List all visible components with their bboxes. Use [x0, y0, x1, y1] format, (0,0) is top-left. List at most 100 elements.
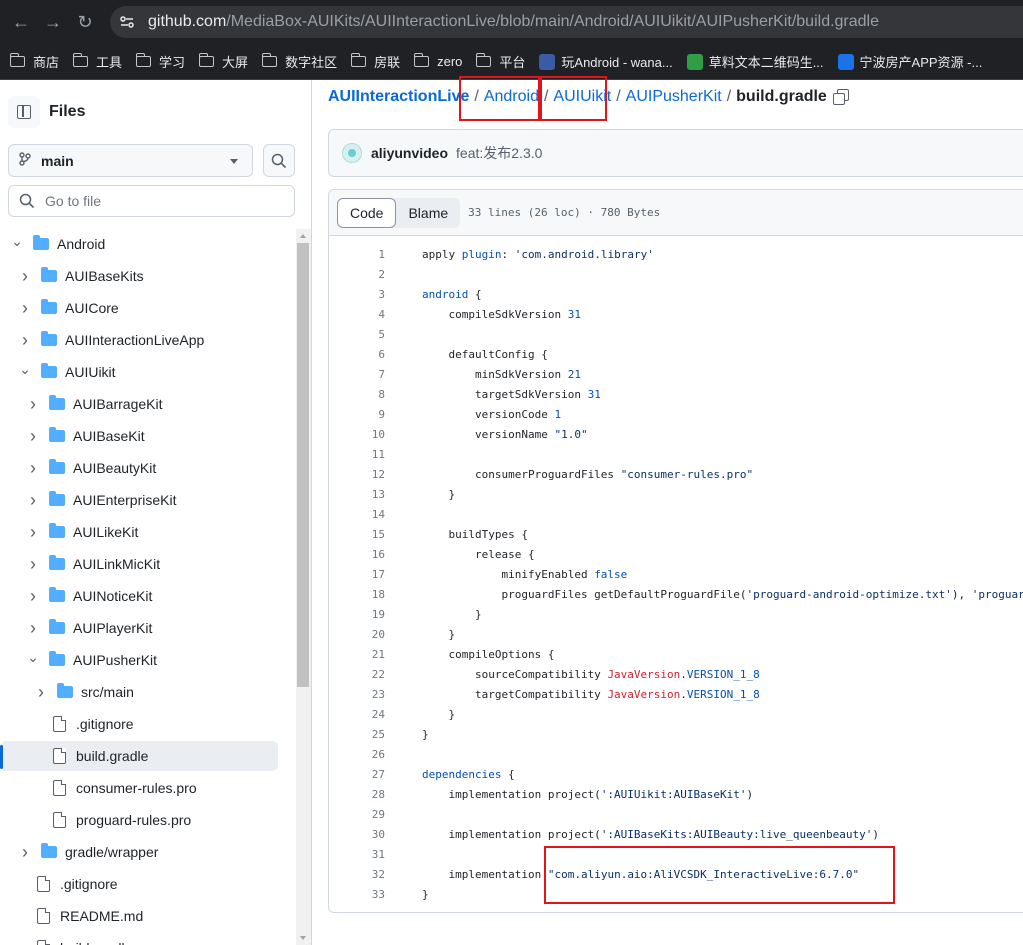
line-number[interactable]: 23 — [329, 688, 385, 701]
chevron-down-icon[interactable]: ⌄ — [26, 649, 40, 665]
chevron-right-icon[interactable]: › — [26, 458, 40, 478]
line-number[interactable]: 12 — [329, 468, 385, 481]
tree-file-item[interactable]: .gitignore — [0, 709, 278, 739]
bookmark-item[interactable]: 宁波房产APP资源 -... — [834, 52, 987, 71]
bookmark-item[interactable]: 学习 — [132, 52, 189, 71]
tree-file-item[interactable]: .gitignore — [0, 869, 278, 899]
tree-file-item[interactable]: proguard-rules.pro — [0, 805, 278, 835]
sidebar-scrollbar[interactable] — [296, 229, 311, 945]
bookmark-item[interactable]: 草料文本二维码生... — [683, 52, 828, 71]
line-number[interactable]: 27 — [329, 768, 385, 781]
tree-folder-item[interactable]: › AUICore — [0, 293, 278, 323]
bookmark-item[interactable]: 商店 — [6, 52, 63, 71]
tree-folder-item[interactable]: › AUILinkMicKit — [0, 549, 278, 579]
line-number[interactable]: 17 — [329, 568, 385, 581]
tree-file-item[interactable]: consumer-rules.pro — [0, 773, 278, 803]
commit-message[interactable]: feat:发布2.3.0 — [456, 143, 542, 163]
chevron-right-icon[interactable]: › — [18, 266, 32, 286]
chevron-right-icon[interactable]: › — [18, 330, 32, 350]
line-number[interactable]: 7 — [329, 368, 385, 381]
tree-folder-item[interactable]: ⌄ Android — [0, 229, 278, 259]
bookmark-item[interactable]: 工具 — [69, 52, 126, 71]
tree-folder-item[interactable]: › AUINoticeKit — [0, 581, 278, 611]
line-number[interactable]: 5 — [329, 328, 385, 341]
collapse-sidebar-icon[interactable] — [8, 96, 40, 128]
tree-folder-item[interactable]: ⌄ AUIUikit — [0, 357, 278, 387]
bookmark-item[interactable]: 数字社区 — [258, 52, 341, 71]
line-number[interactable]: 21 — [329, 648, 385, 661]
line-number[interactable]: 10 — [329, 428, 385, 441]
line-number[interactable]: 13 — [329, 488, 385, 501]
tree-file-item[interactable]: README.md — [0, 901, 278, 931]
tab-blame[interactable]: Blame — [396, 198, 460, 228]
line-number[interactable]: 31 — [329, 848, 385, 861]
chevron-right-icon[interactable]: › — [26, 426, 40, 446]
branch-selector[interactable]: main — [8, 144, 253, 177]
line-number[interactable]: 4 — [329, 308, 385, 321]
line-number[interactable]: 19 — [329, 608, 385, 621]
chevron-right-icon[interactable]: › — [26, 490, 40, 510]
tree-file-item[interactable]: build.gradle — [0, 741, 278, 771]
breadcrumb-auipusherkit-link[interactable]: AUIPusherKit — [626, 88, 722, 106]
tree-folder-item[interactable]: › AUIEnterpriseKit — [0, 485, 278, 515]
line-number[interactable]: 32 — [329, 868, 385, 881]
line-number[interactable]: 20 — [329, 628, 385, 641]
tree-folder-item[interactable]: › AUIBarrageKit — [0, 389, 278, 419]
line-number[interactable]: 2 — [329, 268, 385, 281]
scroll-down-arrow[interactable] — [300, 936, 306, 940]
tree-file-item[interactable]: build.gradle — [0, 933, 278, 945]
bookmark-item[interactable]: 玩Android - wana... — [535, 52, 676, 71]
chevron-right-icon[interactable]: › — [18, 842, 32, 862]
url-text[interactable]: github.com/MediaBox-AUIKits/AUIInteracti… — [148, 13, 879, 31]
chevron-right-icon[interactable]: › — [26, 618, 40, 638]
tree-folder-item[interactable]: ⌄ AUIPusherKit — [0, 645, 278, 675]
go-to-file-input[interactable]: Go to file — [8, 185, 295, 217]
line-number[interactable]: 3 — [329, 288, 385, 301]
tree-folder-item[interactable]: › AUIPlayerKit — [0, 613, 278, 643]
line-number[interactable]: 18 — [329, 588, 385, 601]
chevron-right-icon[interactable]: › — [26, 394, 40, 414]
line-number[interactable]: 26 — [329, 748, 385, 761]
bookmark-item[interactable]: 大屏 — [195, 52, 252, 71]
chevron-right-icon[interactable]: › — [34, 682, 48, 702]
tree-folder-item[interactable]: › gradle/wrapper — [0, 837, 278, 867]
tree-folder-item[interactable]: › AUIInteractionLiveApp — [0, 325, 278, 355]
line-number[interactable]: 14 — [329, 508, 385, 521]
chevron-right-icon[interactable]: › — [26, 522, 40, 542]
tree-folder-item[interactable]: › AUIBaseKit — [0, 421, 278, 451]
scroll-thumb[interactable] — [297, 243, 309, 687]
line-number[interactable]: 15 — [329, 528, 385, 541]
forward-icon[interactable]: → — [40, 9, 66, 35]
bookmark-item[interactable]: 平台 — [472, 52, 529, 71]
line-number[interactable]: 11 — [329, 448, 385, 461]
line-number[interactable]: 16 — [329, 548, 385, 561]
search-button[interactable] — [263, 144, 295, 177]
commit-author[interactable]: aliyunvideo — [371, 145, 448, 161]
line-number[interactable]: 6 — [329, 348, 385, 361]
scroll-up-arrow[interactable] — [300, 234, 306, 238]
avatar[interactable] — [342, 143, 362, 163]
chevron-right-icon[interactable]: › — [26, 586, 40, 606]
copy-path-icon[interactable] — [832, 89, 849, 105]
reload-icon[interactable]: ↻ — [72, 9, 98, 35]
line-number[interactable]: 9 — [329, 408, 385, 421]
line-number[interactable]: 28 — [329, 788, 385, 801]
line-number[interactable]: 33 — [329, 888, 385, 901]
line-number[interactable]: 30 — [329, 828, 385, 841]
chevron-right-icon[interactable]: › — [18, 298, 32, 318]
line-number[interactable]: 1 — [329, 248, 385, 261]
tree-folder-item[interactable]: › AUILikeKit — [0, 517, 278, 547]
bookmark-item[interactable]: zero — [410, 53, 466, 69]
line-number[interactable]: 22 — [329, 668, 385, 681]
line-number[interactable]: 25 — [329, 728, 385, 741]
line-number[interactable]: 8 — [329, 388, 385, 401]
chevron-down-icon[interactable]: ⌄ — [10, 233, 24, 249]
tab-code[interactable]: Code — [337, 197, 397, 228]
line-number[interactable]: 29 — [329, 808, 385, 821]
tree-folder-item[interactable]: › AUIBeautyKit — [0, 453, 278, 483]
breadcrumb-repo-link[interactable]: AUIInteractionLive — [328, 88, 469, 106]
site-settings-icon[interactable] — [114, 9, 140, 35]
line-number[interactable]: 24 — [329, 708, 385, 721]
tree-folder-item[interactable]: › src/main — [0, 677, 278, 707]
chevron-right-icon[interactable]: › — [26, 554, 40, 574]
